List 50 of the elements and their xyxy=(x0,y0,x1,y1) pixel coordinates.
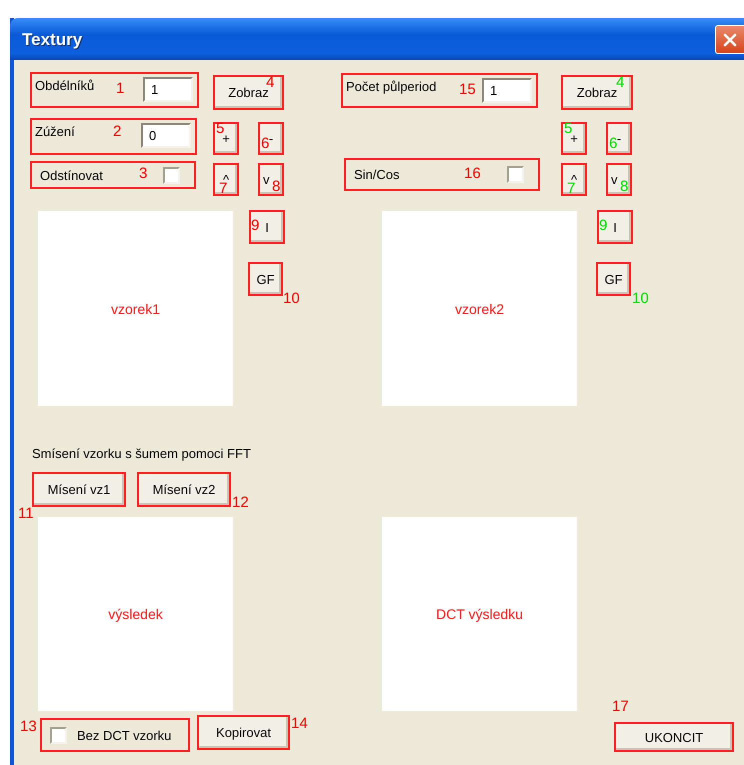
annotation-number: 9 xyxy=(251,218,260,233)
annotation-number: 4 xyxy=(266,75,274,90)
annotation-number: 4 xyxy=(616,75,624,90)
close-icon xyxy=(723,32,737,46)
form-button[interactable]: GF xyxy=(248,262,283,296)
field-label: Obdélníků xyxy=(35,78,94,93)
annotation-number: 12 xyxy=(232,495,249,510)
checkbox-label: Bez DCT vzorku xyxy=(77,728,172,742)
annotation-number: 13 xyxy=(20,719,37,734)
annotation-number: 7 xyxy=(219,181,228,196)
annotation-number: 5 xyxy=(564,121,572,136)
annotation-number: 11 xyxy=(18,506,34,521)
annotation-number: 8 xyxy=(272,179,280,194)
input-field[interactable]: 1 xyxy=(482,78,532,103)
annotation-number: 6 xyxy=(609,136,618,151)
field-label: Zúžení xyxy=(35,124,75,139)
section-label: Smísení vzorku s šumem pomoci FFT xyxy=(32,446,251,461)
window-title: Textury xyxy=(22,30,82,50)
checkbox-label: Sin/Cos xyxy=(354,167,400,182)
checkbox[interactable] xyxy=(163,166,180,184)
annotation-number: 6 xyxy=(261,136,270,151)
annotation-number: 15 xyxy=(459,82,476,97)
annotation-number: 10 xyxy=(283,291,300,306)
annotation-number: 17 xyxy=(612,699,629,714)
annotation-number: 5 xyxy=(216,121,224,136)
annotation-number: 9 xyxy=(599,218,608,233)
checkbox-label: Odstínovat xyxy=(40,168,103,182)
checkbox[interactable] xyxy=(50,726,67,744)
annotation-number: 7 xyxy=(567,181,576,196)
form-button[interactable]: UKONCIT xyxy=(614,722,734,752)
input-field[interactable]: 1 xyxy=(143,77,193,102)
annotation-number: 3 xyxy=(139,166,148,181)
field-label: Počet půlperiod xyxy=(346,79,436,94)
annotation-number: 16 xyxy=(464,166,481,181)
annotation-number: 8 xyxy=(620,179,628,194)
panel-label: vzorek1 xyxy=(110,300,160,316)
annotation-number: 2 xyxy=(113,124,122,139)
form-button[interactable]: Mísení vz1 xyxy=(32,472,126,507)
form-button[interactable]: Mísení vz2 xyxy=(137,472,231,507)
annotation-number: 14 xyxy=(291,716,308,731)
form-button[interactable]: Kopirovat xyxy=(197,715,290,750)
checkbox[interactable] xyxy=(507,166,524,183)
panel-label: výsledek xyxy=(108,606,163,622)
form-button[interactable]: GF xyxy=(596,262,631,296)
panel-label: vzorek2 xyxy=(454,300,504,316)
annotation-number: 1 xyxy=(116,81,124,96)
annotation-number: 10 xyxy=(632,291,649,306)
close-button[interactable] xyxy=(715,25,744,54)
panel-label: DCT výsledku xyxy=(436,606,523,622)
input-field[interactable]: 0 xyxy=(141,123,191,148)
